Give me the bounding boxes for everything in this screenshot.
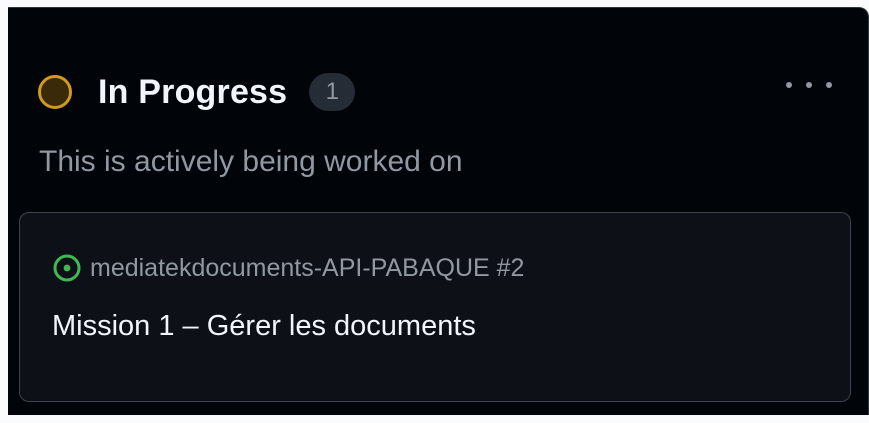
- column-description: This is actively being worked on: [39, 145, 463, 178]
- page-background: In Progress 1 This is actively being wor…: [0, 0, 869, 423]
- card-meta: mediatekdocuments-API-PABAQUE #2: [52, 253, 524, 283]
- kebab-dot-icon: [806, 82, 812, 88]
- column-more-options-button[interactable]: [786, 74, 832, 96]
- issue-card[interactable]: mediatekdocuments-API-PABAQUE #2 Mission…: [19, 212, 851, 402]
- kebab-dot-icon: [786, 82, 792, 88]
- issue-opened-icon: [52, 253, 82, 283]
- board-column-in-progress: In Progress 1 This is actively being wor…: [8, 7, 869, 415]
- item-count-badge: 1: [309, 73, 356, 111]
- card-title-link[interactable]: Mission 1 – Gérer les documents: [52, 310, 476, 343]
- card-repo-reference[interactable]: mediatekdocuments-API-PABAQUE #2: [90, 254, 524, 283]
- column-title: In Progress: [98, 72, 288, 111]
- kebab-dot-icon: [826, 82, 832, 88]
- status-circle-icon: [38, 75, 72, 109]
- column-header: In Progress 1: [38, 70, 356, 114]
